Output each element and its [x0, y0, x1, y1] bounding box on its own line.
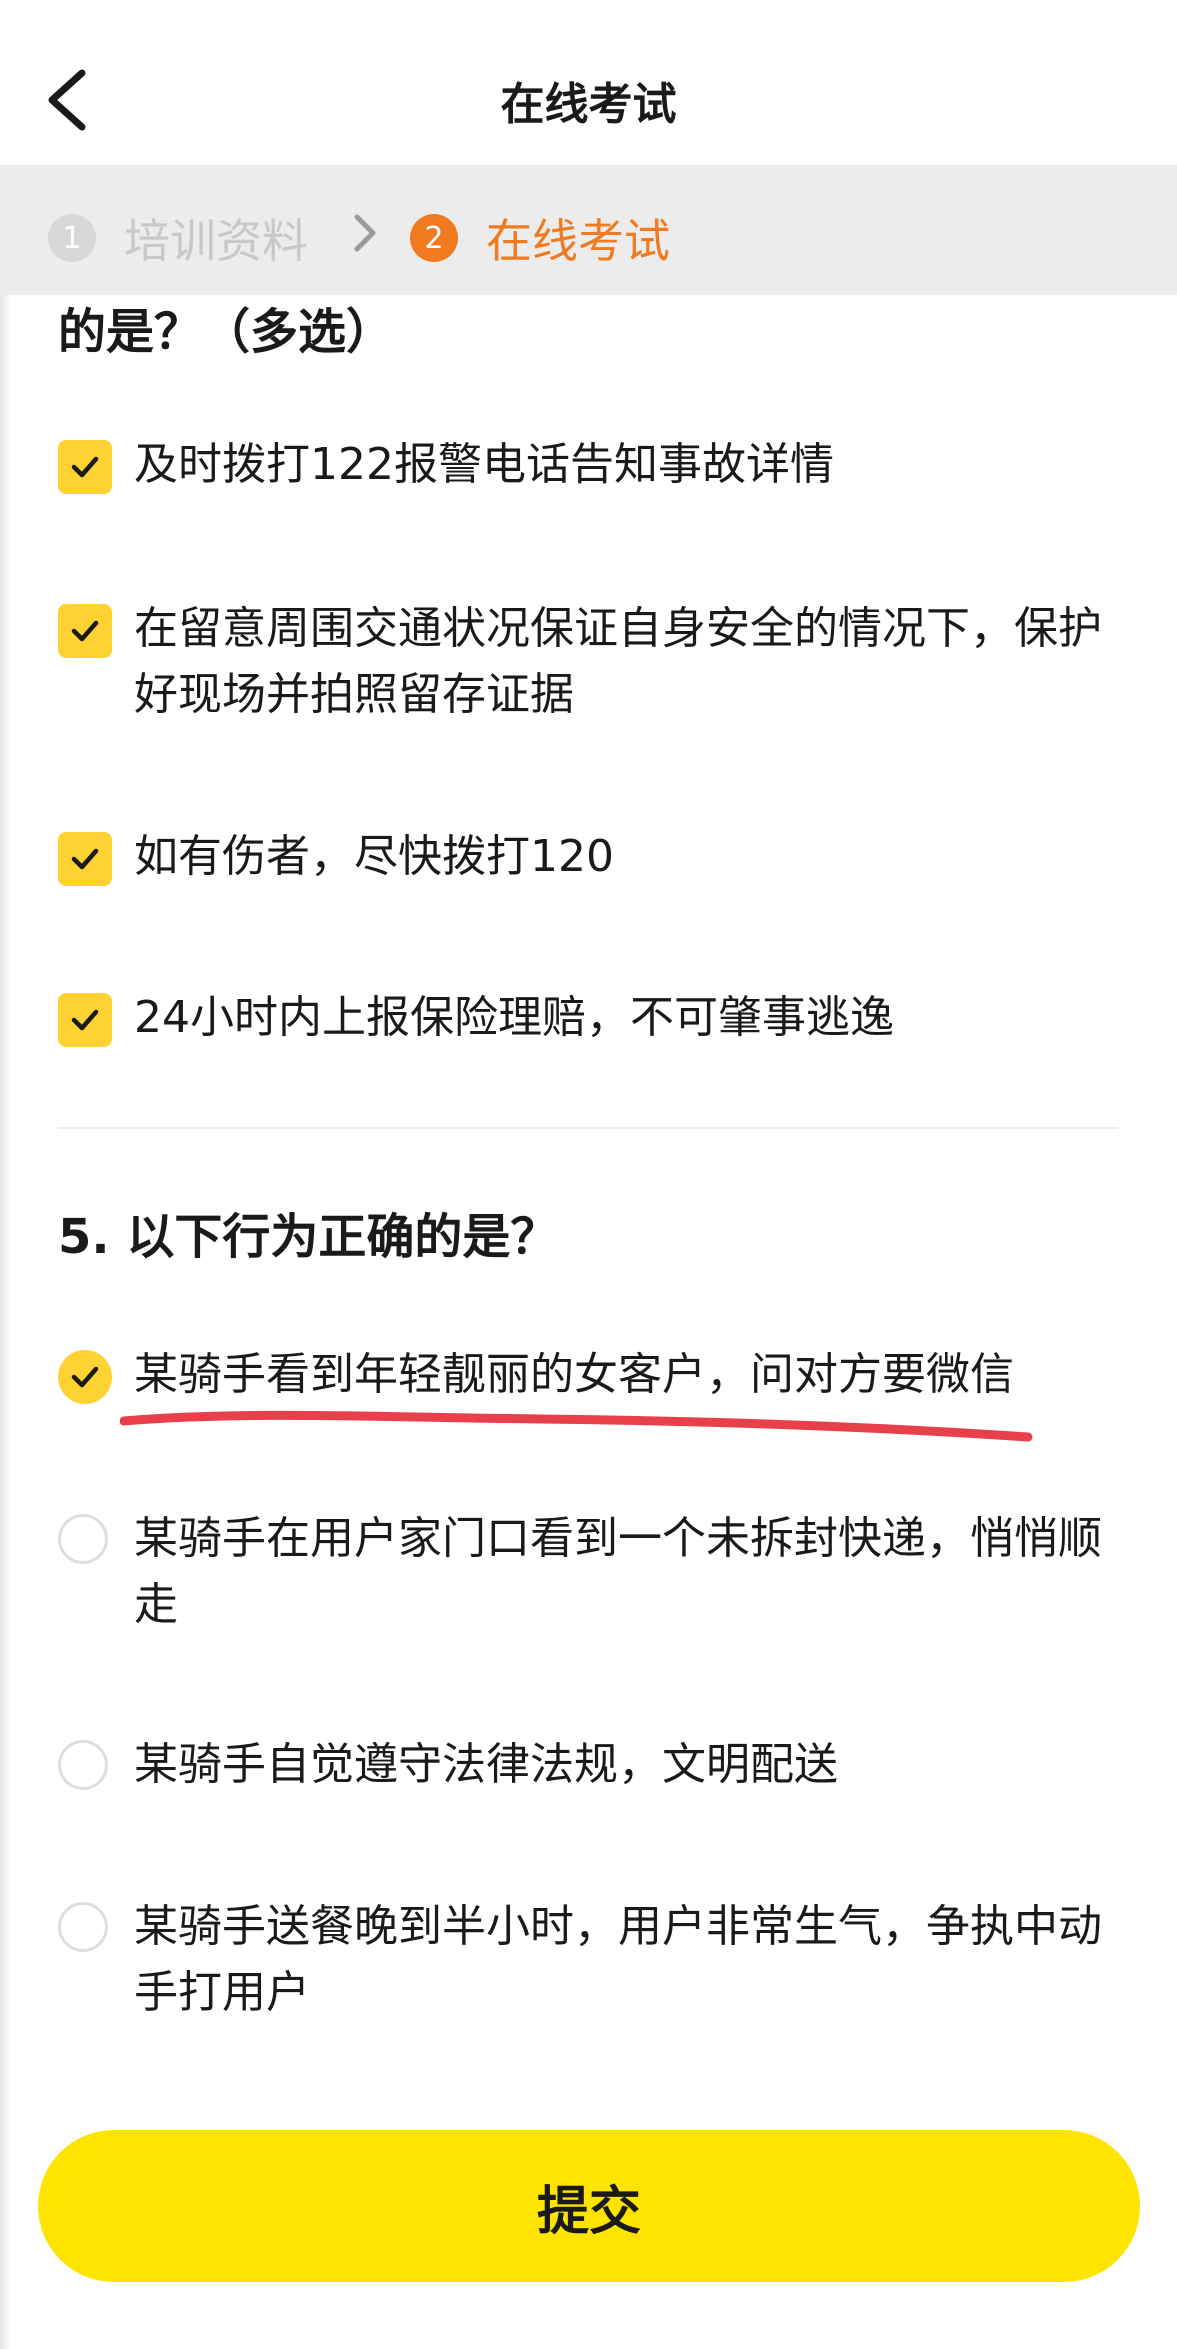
- q5-option-2[interactable]: 某骑手在用户家门口看到一个未拆封快递，悄悄顺走: [58, 1506, 1128, 1638]
- checkbox[interactable]: [58, 604, 112, 658]
- radio-button[interactable]: [58, 1514, 108, 1564]
- left-edge-shade: [0, 0, 12, 2349]
- checkbox[interactable]: [58, 832, 112, 886]
- q4-option-1[interactable]: 及时拨打122报警电话告知事故详情: [58, 432, 1128, 498]
- step-label: 培训资料: [124, 214, 308, 268]
- option-text: 如有伤者，尽快拨打120: [134, 831, 614, 882]
- divider: [58, 1127, 1118, 1129]
- question-title: 5. 以下行为正确的是？: [58, 1209, 559, 1265]
- nav-bar: 在线考试: [0, 0, 1177, 165]
- chevron-right-icon: [354, 214, 376, 252]
- q4-option-4[interactable]: 24小时内上报保险理赔，不可肇事逃逸: [58, 985, 1128, 1051]
- option-text: 某骑手送餐晚到半小时，用户非常生气，争执中动手打用户: [134, 1901, 1102, 2018]
- radio-button[interactable]: [58, 1740, 108, 1790]
- q5-option-4[interactable]: 某骑手送餐晚到半小时，用户非常生气，争执中动手打用户: [58, 1894, 1128, 2026]
- q5-option-3[interactable]: 某骑手自觉遵守法律法规，文明配送: [58, 1732, 1128, 1798]
- q5-option-1[interactable]: 某骑手看到年轻靓丽的女客户，问对方要微信: [58, 1342, 1128, 1408]
- checkmark-icon: [71, 456, 99, 478]
- checkmark-icon: [71, 848, 99, 870]
- q4-option-2[interactable]: 在留意周围交通状况保证自身安全的情况下，保护好现场并拍照留存证据: [58, 596, 1128, 728]
- step-number: 2: [410, 214, 458, 262]
- checkmark-icon: [71, 1009, 99, 1031]
- checkmark-icon: [71, 1366, 99, 1388]
- checkbox[interactable]: [58, 440, 112, 494]
- checkmark-icon: [71, 620, 99, 642]
- option-text: 某骑手看到年轻靓丽的女客户，问对方要微信: [134, 1349, 1014, 1400]
- step-online-exam[interactable]: 2 在线考试: [410, 205, 670, 271]
- option-text: 某骑手在用户家门口看到一个未拆封快递，悄悄顺走: [134, 1513, 1102, 1630]
- step-bar: 1 培训资料 2 在线考试: [0, 165, 1177, 295]
- option-text: 某骑手自觉遵守法律法规，文明配送: [134, 1739, 838, 1790]
- radio-button[interactable]: [58, 1902, 108, 1952]
- step-label: 在线考试: [486, 214, 670, 268]
- radio-button[interactable]: [58, 1350, 112, 1404]
- option-text: 在留意周围交通状况保证自身安全的情况下，保护好现场并拍照留存证据: [134, 603, 1102, 720]
- question-title-tail: 的是？（多选）: [58, 304, 395, 360]
- step-number: 1: [48, 214, 96, 262]
- page-title: 在线考试: [500, 79, 677, 130]
- q4-option-3[interactable]: 如有伤者，尽快拨打120: [58, 824, 1128, 890]
- step-training-materials[interactable]: 1 培训资料: [48, 205, 308, 271]
- submit-button[interactable]: 提交: [38, 2130, 1140, 2282]
- option-text: 及时拨打122报警电话告知事故详情: [134, 439, 834, 490]
- option-text: 24小时内上报保险理赔，不可肇事逃逸: [134, 992, 894, 1043]
- checkbox[interactable]: [58, 993, 112, 1047]
